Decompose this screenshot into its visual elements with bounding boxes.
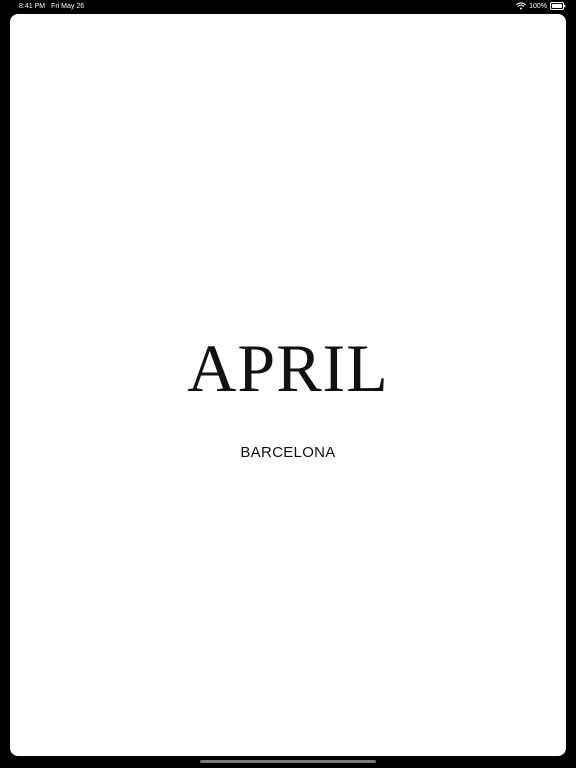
status-date: Fri May 26 xyxy=(51,3,85,10)
app-screen: APRIL BARCELONA xyxy=(10,14,566,756)
battery-percent: 100% xyxy=(529,2,547,10)
status-left: 8:41 PM Fri May 26 xyxy=(19,3,84,10)
wifi-icon xyxy=(516,2,527,10)
status-bar: 8:41 PM Fri May 26 100% xyxy=(0,0,576,14)
status-time: 8:41 PM xyxy=(19,3,46,10)
home-indicator[interactable] xyxy=(200,760,376,763)
brand-subtitle: BARCELONA xyxy=(240,444,336,461)
status-right: 100% xyxy=(516,2,566,10)
battery-icon xyxy=(550,2,566,10)
brand-title: APRIL xyxy=(187,330,389,406)
